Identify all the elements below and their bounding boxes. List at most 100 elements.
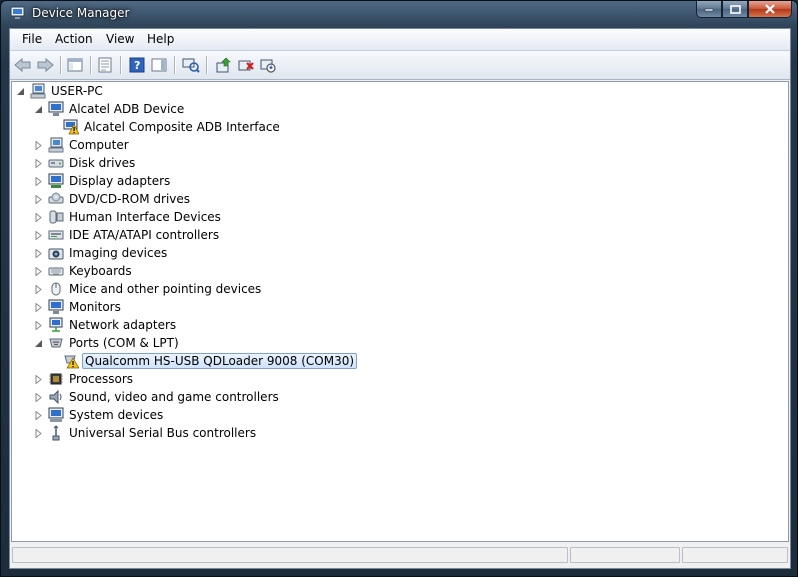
tree-category-item[interactable]: Computer [34,136,131,154]
tree-item-label: Monitors [69,300,121,314]
tree-item-label: Alcatel ADB Device [69,102,185,116]
expand-icon[interactable] [34,284,43,294]
tree-category-item[interactable]: Network adapters [34,316,178,334]
show-hide-console-tree-button[interactable] [66,56,84,74]
status-pane-main [12,547,568,563]
tree-category-item[interactable]: DVD/CD-ROM drives [34,190,192,208]
properties-button[interactable] [96,56,114,74]
tree-category-item[interactable]: Sound, video and game controllers [34,388,281,406]
expand-icon[interactable] [34,212,43,222]
menu-file[interactable]: File [22,32,42,46]
tree-item-label: Imaging devices [69,246,168,260]
collapse-icon[interactable] [16,87,25,96]
close-button[interactable] [748,1,792,18]
tree-category-item[interactable]: Monitors [34,298,123,316]
tree-category-item[interactable]: Ports (COM & LPT) [34,334,181,352]
tree-category-item[interactable]: Display adapters [34,172,172,190]
monitor-icon [48,299,64,315]
tree-device-item[interactable]: Alcatel Composite ADB Interface [63,118,282,136]
tree-item-label: Computer [69,138,129,152]
camera-icon [48,245,64,261]
warning-device-icon [63,119,79,135]
computer-icon [30,83,46,99]
expand-icon[interactable] [34,374,43,384]
tree-item-label: IDE ATA/ATAPI controllers [69,228,220,242]
status-pane-3 [682,547,788,563]
window-title: Device Manager [32,6,130,20]
close-icon [765,4,775,14]
tree-category-item[interactable]: Disk drives [34,154,137,172]
expand-icon[interactable] [34,320,43,330]
maximize-button[interactable] [722,1,748,18]
tree-item-label: Sound, video and game controllers [69,390,279,404]
title-bar[interactable]: Device Manager [1,1,797,27]
minimize-button[interactable] [696,1,722,18]
port-icon [48,335,64,351]
keyboard-icon [48,263,64,279]
help-icon: ? [129,57,145,73]
tree-device-item[interactable]: Qualcomm HS-USB QDLoader 9008 (COM30) [63,352,358,370]
tree-item-label: Processors [69,372,134,386]
system-devices-icon [48,407,64,423]
toolbar-separator [90,56,92,74]
tree-item-label: Keyboards [69,264,132,278]
forward-button[interactable] [36,56,54,74]
tree-item-label: Network adapters [69,318,177,332]
usb-icon [48,425,64,441]
tree-category-item[interactable]: Universal Serial Bus controllers [34,424,258,442]
menu-view[interactable]: View [106,32,134,46]
root-label: USER-PC [51,84,103,98]
update-driver-button[interactable] [215,56,233,74]
tree-category-item[interactable]: System devices [34,406,165,424]
client-area: File Action View Help ? USER-PC Alcatel … [9,28,791,569]
expand-icon[interactable] [34,266,43,276]
expand-icon[interactable] [34,158,43,168]
display-adapter-icon [48,173,64,189]
mouse-icon [48,281,64,297]
expand-icon[interactable] [34,176,43,186]
menu-help[interactable]: Help [147,32,174,46]
expand-icon[interactable] [34,428,43,438]
tree-item-label: System devices [69,408,164,422]
scan-hardware-button[interactable] [182,56,200,74]
uninstall-icon [238,60,254,71]
tree-category-item[interactable]: Alcatel ADB Device [34,100,186,118]
expand-icon[interactable] [34,302,43,312]
expand-icon[interactable] [34,392,43,402]
disable-button[interactable] [259,56,277,74]
expand-icon[interactable] [34,140,43,150]
tree-item-label: Human Interface Devices [69,210,221,224]
status-pane-2 [570,547,680,563]
device-tree[interactable]: USER-PC Alcatel ADB Device Alcatel Compos… [11,81,789,542]
tree-category-item[interactable]: Mice and other pointing devices [34,280,263,298]
tree-category-item[interactable]: IDE ATA/ATAPI controllers [34,226,221,244]
expand-icon[interactable] [34,230,43,240]
uninstall-button[interactable] [237,56,255,74]
toolbar-separator [60,56,62,74]
expand-icon[interactable] [34,248,43,258]
back-icon [14,57,31,73]
update-driver-icon [216,57,231,73]
tree-item-label: Display adapters [69,174,171,188]
svg-text:?: ? [134,59,140,72]
menu-action[interactable]: Action [55,32,93,46]
tree-item-label: Mice and other pointing devices [69,282,262,296]
tree-category-item[interactable]: Human Interface Devices [34,208,223,226]
action-pane-button[interactable] [150,56,168,74]
back-button[interactable] [14,56,32,74]
processor-icon [48,371,64,387]
expand-icon[interactable] [34,410,43,420]
tree-item-label: DVD/CD-ROM drives [69,192,191,206]
disable-icon [260,59,276,73]
tree-category-item[interactable]: Keyboards [34,262,134,280]
collapse-icon[interactable] [34,339,43,348]
toolbar-separator [206,56,208,74]
collapse-icon[interactable] [34,105,43,114]
device-manager-window: Device Manager File Action View Help ? U… [0,0,798,577]
tree-category-item[interactable]: Imaging devices [34,244,169,262]
help-button[interactable]: ? [128,56,146,74]
device-manager-icon [10,6,26,20]
expand-icon[interactable] [34,194,43,204]
tree-category-item[interactable]: Processors [34,370,135,388]
tree-root[interactable]: USER-PC [16,82,105,100]
